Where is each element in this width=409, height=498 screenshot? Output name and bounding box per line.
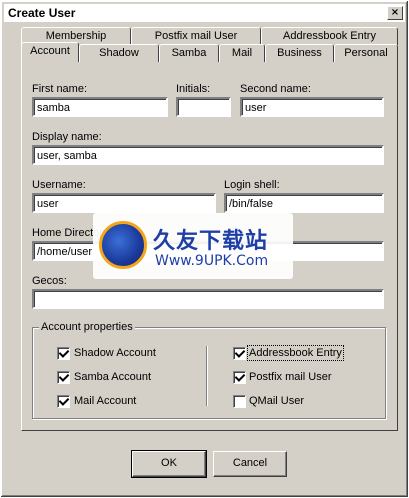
addressbook-entry-label: Addressbook Entry: [247, 345, 344, 361]
qmail-user-label: QMail User: [249, 395, 305, 407]
create-user-dialog: Create User × Membership Postfix mail Us…: [0, 0, 409, 498]
initials-label: Initials:: [176, 83, 211, 95]
gecos-label: Gecos:: [32, 275, 67, 287]
watermark-title: 久友下载站: [153, 229, 269, 254]
second-name-label: Second name:: [240, 83, 311, 95]
gecos-field[interactable]: [32, 289, 384, 309]
tab-mail[interactable]: Mail: [219, 44, 265, 62]
display-name-field[interactable]: user, samba: [32, 145, 384, 165]
shadow-account-checkbox[interactable]: [57, 347, 70, 360]
login-shell-label: Login shell:: [224, 179, 280, 191]
postfix-mail-user-checkbox[interactable]: [233, 371, 246, 384]
username-label: Username:: [32, 179, 86, 191]
tab-postfix-mail-user[interactable]: Postfix mail User: [131, 27, 261, 45]
tab-shadow[interactable]: Shadow: [79, 44, 159, 62]
qmail-user-checkbox[interactable]: [233, 395, 246, 408]
close-icon[interactable]: ×: [387, 6, 403, 20]
username-field[interactable]: user: [32, 193, 216, 213]
tab-business[interactable]: Business: [265, 44, 334, 62]
account-properties-title: Account properties: [39, 321, 135, 333]
initials-field[interactable]: [176, 97, 231, 117]
tab-row-front: Account Shadow Samba Mail Business Perso…: [21, 42, 398, 62]
tab-addressbook-entry[interactable]: Addressbook Entry: [261, 27, 398, 45]
mail-account-checkbox[interactable]: [57, 395, 70, 408]
title-bar: Create User ×: [4, 4, 405, 22]
login-shell-field[interactable]: /bin/false: [224, 193, 384, 213]
group-separator: [206, 346, 208, 406]
samba-account-checkbox[interactable]: [57, 371, 70, 384]
first-name-field[interactable]: samba: [32, 97, 168, 117]
addressbook-entry-checkbox[interactable]: [233, 347, 246, 360]
window-title: Create User: [8, 6, 76, 20]
ok-button[interactable]: OK: [131, 450, 207, 478]
tab-samba[interactable]: Samba: [159, 44, 219, 62]
mail-account-label: Mail Account: [74, 395, 137, 407]
second-name-field[interactable]: user: [240, 97, 384, 117]
shadow-account-label: Shadow Account: [74, 347, 156, 359]
samba-account-label: Samba Account: [74, 371, 152, 383]
watermark-url: Www.9UPK.Com: [155, 253, 269, 269]
first-name-label: First name:: [32, 83, 88, 95]
globe-logo-icon: [99, 221, 147, 269]
tab-personal[interactable]: Personal: [334, 44, 398, 62]
display-name-label: Display name:: [32, 131, 102, 143]
watermark-overlay: 久友下载站 Www.9UPK.Com: [93, 213, 293, 279]
tab-account[interactable]: Account: [21, 42, 79, 62]
postfix-mail-user-label: Postfix mail User: [249, 371, 332, 383]
cancel-button[interactable]: Cancel: [213, 451, 287, 477]
